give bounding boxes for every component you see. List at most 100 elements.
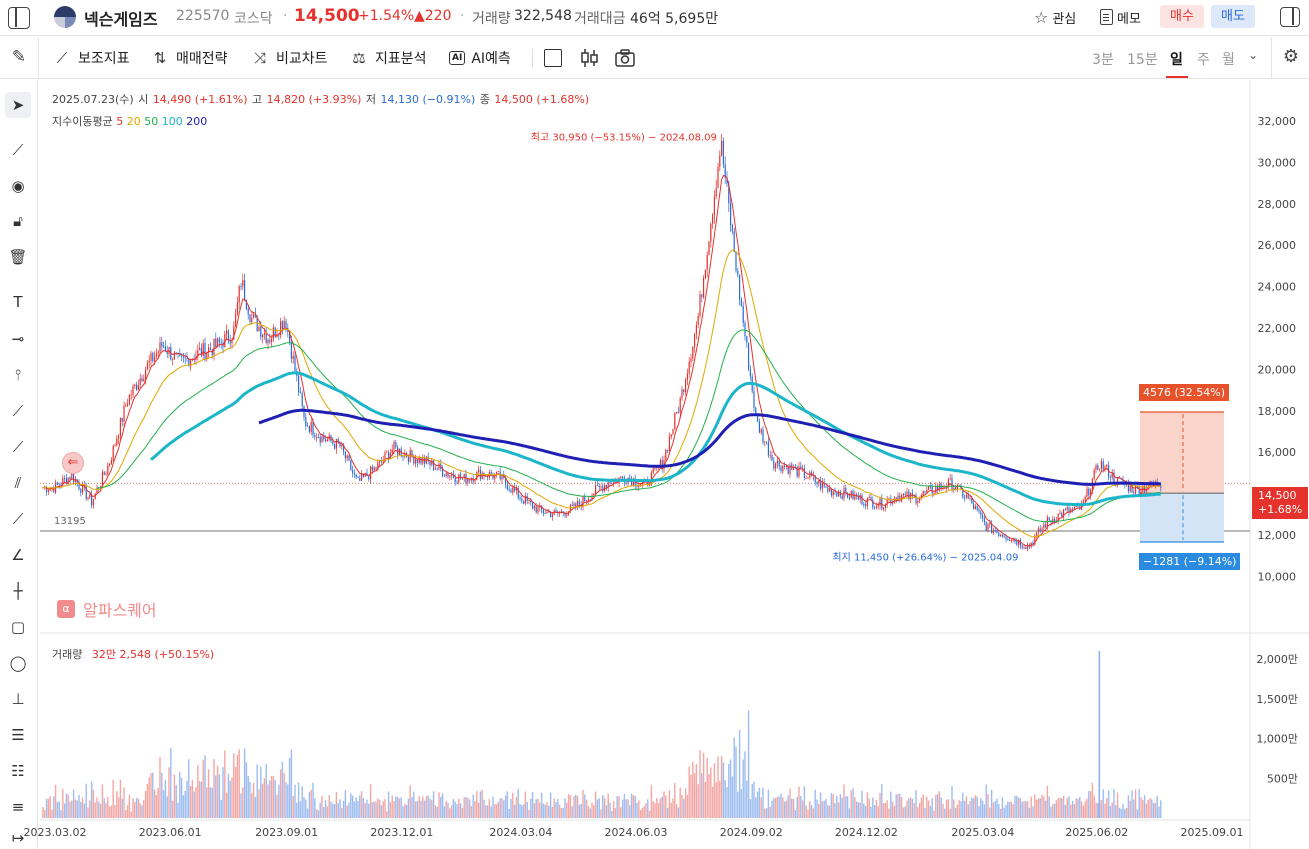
volume-bar bbox=[906, 800, 908, 818]
volume-bar bbox=[1138, 788, 1140, 818]
candle-body bbox=[436, 468, 438, 470]
volume-bar bbox=[882, 803, 885, 818]
volume-bar bbox=[868, 798, 870, 818]
volume-bar bbox=[697, 784, 699, 818]
candle-body bbox=[332, 441, 334, 444]
volume-bar bbox=[728, 763, 730, 818]
volume-bar bbox=[546, 802, 548, 818]
candle-body bbox=[443, 476, 445, 477]
volume-bar bbox=[1005, 804, 1007, 818]
candle-body bbox=[181, 355, 183, 357]
volume-bar bbox=[845, 796, 847, 818]
volume-bar bbox=[42, 806, 44, 818]
candle-body bbox=[1072, 508, 1074, 510]
candle-body bbox=[186, 357, 188, 359]
candle-body bbox=[359, 477, 361, 481]
volume-bar bbox=[269, 780, 271, 818]
volume-bar bbox=[702, 752, 705, 818]
candle-body bbox=[154, 356, 156, 362]
price-tick-label: 20,000 bbox=[1258, 363, 1297, 376]
candle-body bbox=[994, 530, 996, 532]
candle-body bbox=[312, 422, 314, 436]
volume-bar bbox=[89, 800, 91, 818]
date-tick-label: 2024.03.04 bbox=[489, 826, 552, 839]
volume-bar bbox=[990, 789, 993, 818]
volume-bar bbox=[1127, 795, 1130, 818]
volume-bar bbox=[99, 803, 102, 818]
volume-bar bbox=[929, 806, 932, 818]
legend-date: 2025.07.23(수) bbox=[52, 93, 134, 106]
candle-body bbox=[523, 500, 525, 504]
volume-bar bbox=[445, 800, 447, 818]
volume-bar bbox=[1147, 799, 1149, 818]
candle-body bbox=[974, 506, 976, 510]
volume-bar bbox=[837, 802, 840, 818]
candle-body bbox=[391, 449, 393, 453]
volume-bar bbox=[483, 799, 485, 818]
candle-body bbox=[285, 320, 287, 329]
candle-body bbox=[753, 391, 755, 408]
candle-body bbox=[1016, 541, 1018, 545]
volume-bar bbox=[128, 794, 131, 818]
volume-bar bbox=[155, 794, 158, 818]
volume-bar bbox=[261, 783, 264, 818]
volume-bar bbox=[611, 811, 613, 818]
candle-body bbox=[434, 468, 436, 470]
candle-body bbox=[422, 457, 424, 464]
date-tick-label: 2023.06.01 bbox=[139, 826, 202, 839]
volume-bar bbox=[549, 792, 552, 818]
volume-bar bbox=[922, 794, 924, 818]
candle-body bbox=[335, 438, 337, 449]
volume-bar bbox=[688, 766, 690, 818]
candle-body bbox=[670, 434, 672, 437]
scroll-back-icon[interactable]: ⇐ bbox=[62, 452, 84, 474]
volume-bar bbox=[440, 796, 442, 818]
candle-body bbox=[125, 405, 127, 407]
candle-body bbox=[416, 459, 418, 463]
date-tick-label: 2024.06.03 bbox=[605, 826, 668, 839]
candle-body bbox=[172, 359, 174, 360]
candle-body bbox=[105, 473, 107, 475]
candle-body bbox=[863, 504, 865, 506]
volume-bar bbox=[818, 803, 820, 818]
volume-bar bbox=[233, 753, 235, 818]
volume-bar bbox=[65, 793, 68, 818]
candle-body bbox=[73, 473, 75, 482]
volume-bar bbox=[229, 780, 231, 818]
candle-body bbox=[829, 488, 831, 492]
volume-bar bbox=[346, 805, 348, 818]
volume-bar bbox=[980, 798, 982, 818]
volume-bar bbox=[247, 775, 249, 818]
candle-body bbox=[789, 464, 791, 474]
candle-body bbox=[56, 482, 58, 485]
volume-bar bbox=[420, 800, 422, 818]
volume-bar bbox=[449, 808, 451, 818]
candle-body bbox=[355, 474, 357, 477]
candle-body bbox=[778, 460, 780, 467]
volume-bar bbox=[1035, 799, 1038, 818]
volume-bar bbox=[695, 763, 698, 818]
volume-bar bbox=[387, 791, 390, 818]
volume-bar bbox=[429, 798, 431, 818]
volume-bar bbox=[431, 800, 433, 818]
volume-bar bbox=[350, 793, 352, 818]
volume-bar bbox=[627, 799, 629, 818]
volume-bar bbox=[888, 808, 890, 818]
volume-bar bbox=[870, 806, 872, 818]
volume-bar bbox=[1001, 797, 1004, 818]
volume-bar bbox=[301, 786, 303, 818]
volume-bar bbox=[337, 803, 339, 818]
volume-bar bbox=[670, 802, 672, 818]
volume-bar bbox=[569, 795, 572, 818]
ma-legend[interactable]: 지수이동평균 5 20 50 100 200 bbox=[52, 113, 207, 129]
candle-body bbox=[699, 294, 701, 317]
volume-bar bbox=[1043, 796, 1045, 818]
volume-bar bbox=[101, 784, 104, 818]
volume-bar bbox=[830, 793, 833, 818]
volume-bar bbox=[749, 799, 752, 818]
candle-body bbox=[996, 531, 998, 533]
candle-body bbox=[357, 476, 359, 478]
volume-bar bbox=[602, 795, 604, 818]
volume-bar bbox=[438, 792, 440, 818]
candle-body bbox=[146, 362, 148, 370]
